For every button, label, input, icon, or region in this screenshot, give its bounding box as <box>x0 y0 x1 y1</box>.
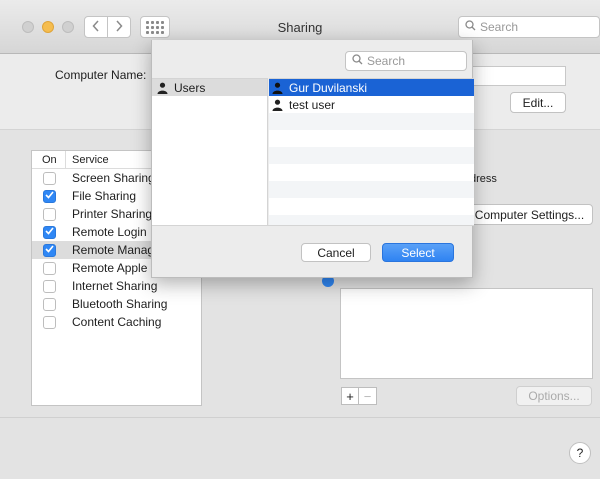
source-item-users[interactable]: Users <box>152 79 267 96</box>
service-label: Remote Login <box>72 225 147 239</box>
empty-row <box>269 198 474 215</box>
service-label: Screen Sharing <box>72 171 155 185</box>
person-icon <box>272 82 283 94</box>
options-button[interactable]: Options... <box>516 386 592 406</box>
user-name: Gur Duvilanski <box>289 80 368 95</box>
user-row[interactable]: Gur Duvilanski <box>269 79 474 96</box>
sheet-search-field[interactable]: Search <box>345 51 467 71</box>
computer-name-label: Computer Name: <box>55 68 147 82</box>
checkmark-icon <box>45 190 54 202</box>
checkmark-icon <box>45 226 54 238</box>
service-label: Internet Sharing <box>72 279 158 293</box>
person-icon <box>157 82 168 94</box>
select-button[interactable]: Select <box>382 243 454 262</box>
service-checkbox[interactable] <box>43 297 56 311</box>
help-button[interactable]: ? <box>569 442 591 464</box>
service-label: Bluetooth Sharing <box>72 297 168 311</box>
search-field[interactable]: Search <box>458 16 600 38</box>
empty-row <box>269 181 474 198</box>
add-remove-control: + − <box>341 387 377 405</box>
service-checkbox[interactable] <box>43 171 56 185</box>
edit-button[interactable]: Edit... <box>510 92 566 113</box>
computer-name-field[interactable] <box>470 66 566 86</box>
user-name: test user <box>289 97 336 112</box>
search-icon <box>352 54 363 68</box>
empty-row <box>269 215 474 225</box>
sheet-search-placeholder: Search <box>367 54 406 68</box>
sheet-divider <box>152 225 474 226</box>
person-icon <box>272 99 283 111</box>
checkmark-icon <box>45 244 54 256</box>
search-icon <box>465 20 476 34</box>
address-text: dress <box>470 173 497 185</box>
source-item-label: Users <box>174 80 206 95</box>
empty-row <box>269 164 474 181</box>
column-header-on[interactable]: On <box>32 151 66 168</box>
source-list: Users <box>152 78 268 225</box>
service-label: Content Caching <box>72 315 162 329</box>
search-placeholder: Search <box>480 20 519 34</box>
remove-button[interactable]: − <box>359 387 377 405</box>
service-checkbox[interactable] <box>43 189 56 203</box>
allowed-users-list[interactable] <box>340 288 593 379</box>
empty-row <box>269 130 474 147</box>
computer-settings-button[interactable]: Computer Settings... <box>466 204 593 225</box>
cancel-button[interactable]: Cancel <box>301 243 371 262</box>
divider <box>0 417 600 418</box>
service-checkbox[interactable] <box>43 243 56 257</box>
empty-row <box>269 147 474 164</box>
user-row[interactable]: test user <box>269 96 474 113</box>
add-button[interactable]: + <box>341 387 359 405</box>
service-checkbox[interactable] <box>43 315 56 329</box>
service-checkbox[interactable] <box>43 207 56 221</box>
service-label: Printer Sharing <box>72 207 153 221</box>
service-checkbox[interactable] <box>43 261 56 275</box>
service-checkbox[interactable] <box>43 279 56 293</box>
column-header-service[interactable]: Service <box>66 154 109 166</box>
service-row[interactable]: Content Caching <box>32 313 201 331</box>
service-checkbox[interactable] <box>43 225 56 239</box>
service-row[interactable]: Bluetooth Sharing <box>32 295 201 313</box>
service-label: File Sharing <box>72 189 137 203</box>
service-row[interactable]: Internet Sharing <box>32 277 201 295</box>
user-list: Gur Duvilanski test user <box>269 78 474 225</box>
user-picker-sheet: Search Users Gur Duvilanski test user Ca… <box>151 40 474 278</box>
empty-row <box>269 113 474 130</box>
